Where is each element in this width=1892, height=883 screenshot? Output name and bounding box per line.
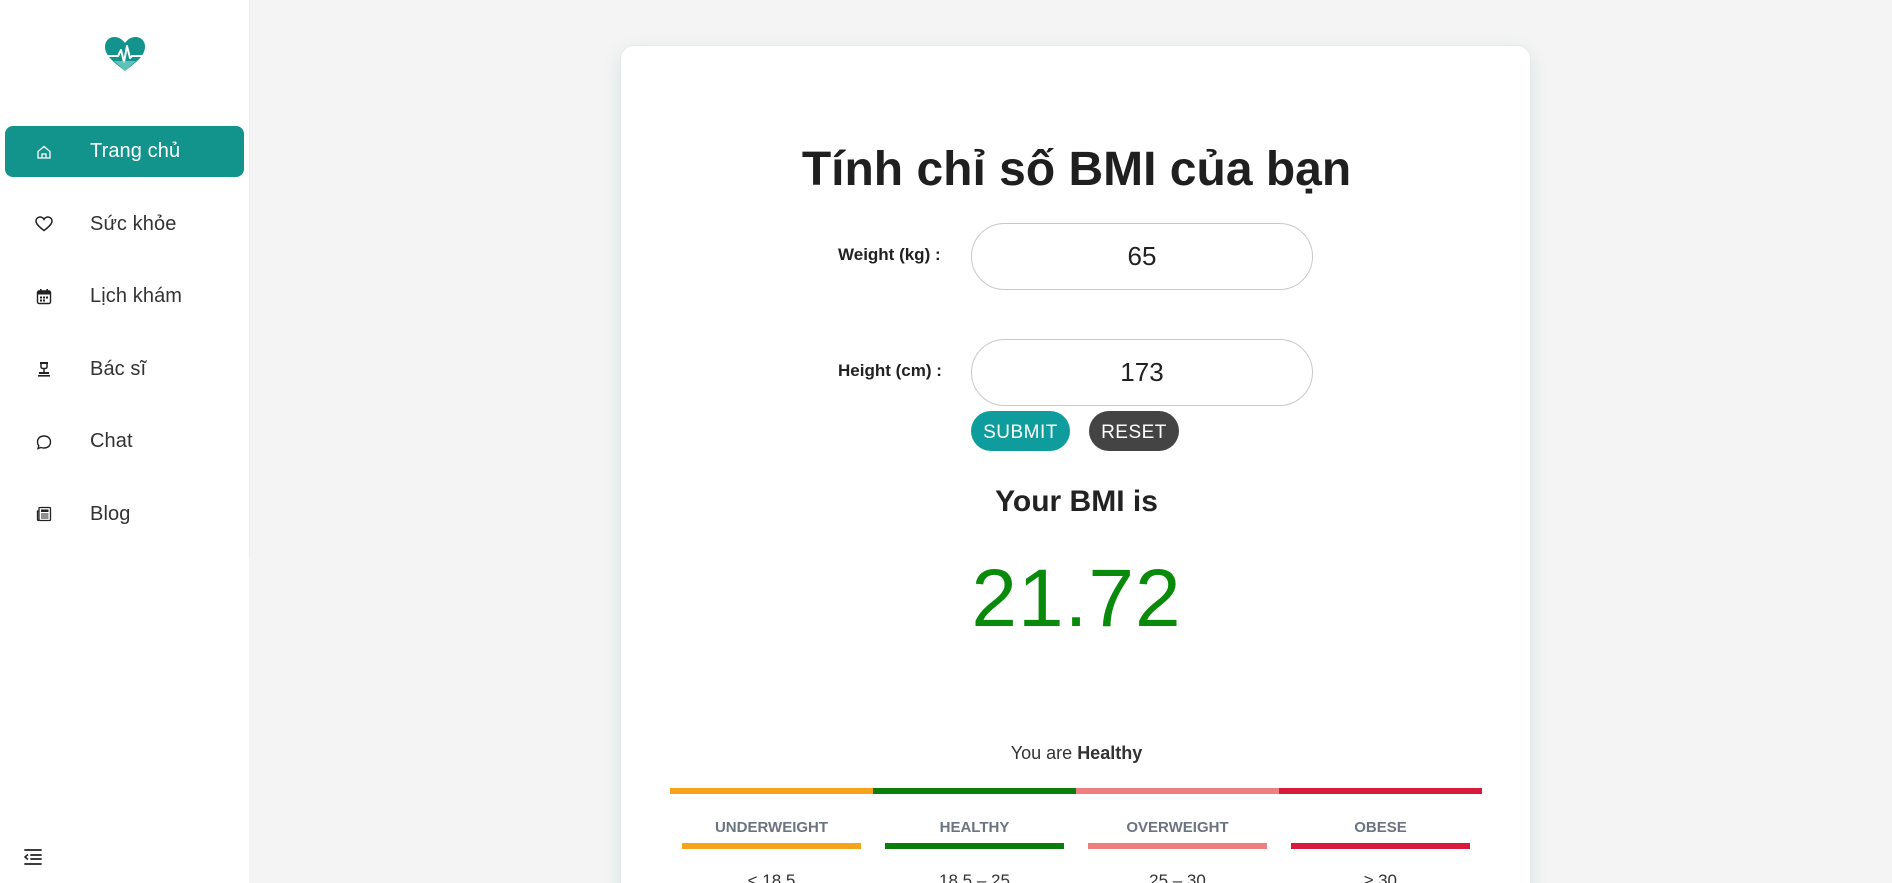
bmi-result-value: 21.72 [971,553,1182,644]
category-healthy: HEALTHY 18.5 – 25 [873,806,1076,883]
scale-segment-overweight [1076,788,1279,794]
app-root: Trang chủ Sức khỏe Lịch khám Bác sĩ Chat… [0,0,1892,883]
category-range: < 18.5 [747,871,796,883]
heart-pulse-logo-icon[interactable] [104,36,146,72]
reset-button[interactable]: RESET [1089,411,1179,451]
bmi-result-heading: Your BMI is [995,485,1158,518]
sidebar: Trang chủ Sức khỏe Lịch khám Bác sĩ Chat… [0,0,249,883]
category-range: 18.5 – 25 [939,871,1010,883]
category-underline [1291,843,1470,849]
calendar-icon [35,288,53,306]
category-name: HEALTHY [939,819,1010,836]
sidebar-nav: Trang chủ Sức khỏe Lịch khám Bác sĩ Chat… [5,126,244,561]
heart-icon [35,215,53,233]
submit-button[interactable]: SUBMIT [971,411,1070,451]
sidebar-item-label: Blog [90,502,131,525]
bmi-categories: UNDERWEIGHT < 18.5 HEALTHY 18.5 – 25 OVE… [670,806,1482,883]
category-range: 25 – 30 [1149,871,1206,883]
category-underweight: UNDERWEIGHT < 18.5 [670,806,873,883]
scale-segment-healthy [873,788,1076,794]
home-icon [35,143,53,161]
sidebar-item-suc-khoe[interactable]: Sức khỏe [5,199,244,250]
sidebar-item-chat[interactable]: Chat [5,416,244,467]
bmi-card: Tính chỉ số BMI của bạn Weight (kg) : He… [620,45,1531,883]
category-name: OBESE [1354,819,1407,836]
category-underline [885,843,1064,849]
category-name: OVERWEIGHT [1126,819,1229,836]
sidebar-item-label: Chat [90,430,133,452]
category-underline [682,843,861,849]
scale-segment-obese [1279,788,1482,794]
category-name: UNDERWEIGHT [714,819,829,836]
page-title: Tính chỉ số BMI của bạn [801,143,1352,196]
bmi-status-prefix: You are [1010,743,1073,763]
sidebar-item-bac-si[interactable]: Bác sĩ [5,344,244,395]
scale-segment-underweight [670,788,873,794]
category-range: ≥ 30 [1364,871,1397,883]
menu-collapse-icon[interactable] [22,847,44,867]
sidebar-item-trang-chu[interactable]: Trang chủ [5,126,244,177]
sidebar-item-label: Sức khỏe [90,212,177,235]
doctor-icon [35,360,53,378]
sidebar-item-label: Lịch khám [90,285,183,307]
category-obese: OBESE ≥ 30 [1279,806,1482,883]
weight-input[interactable] [971,223,1313,290]
category-underline [1088,843,1267,849]
bmi-status: You are Healthy [621,743,1532,764]
weight-label: Weight (kg) : [838,245,941,264]
bmi-scale-bar [670,788,1482,794]
category-overweight: OVERWEIGHT 25 – 30 [1076,806,1279,883]
sidebar-item-blog[interactable]: Blog [5,489,244,540]
chat-icon [35,433,53,451]
height-label: Height (cm) : [838,361,942,380]
newspaper-icon [35,505,53,523]
bmi-status-value: Healthy [1077,743,1143,763]
sidebar-divider [249,0,250,558]
sidebar-item-label: Trang chủ [90,140,181,162]
sidebar-item-lich-kham[interactable]: Lịch khám [5,271,244,322]
height-input[interactable] [971,339,1313,406]
sidebar-item-label: Bác sĩ [90,357,147,380]
